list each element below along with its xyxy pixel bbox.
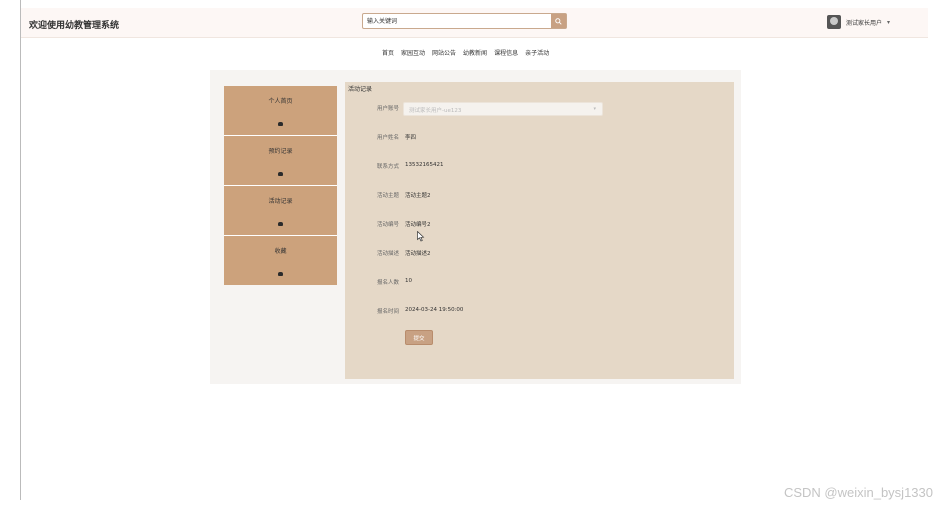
field-label: 用户姓名 xyxy=(376,135,399,141)
user-account-select[interactable]: 测试家长用户-ue123 ▾ xyxy=(403,102,603,116)
field-value: 活动编号2 xyxy=(405,222,431,228)
avatar xyxy=(827,15,841,29)
field-label: 联系方式 xyxy=(376,164,399,170)
sidebar-item-label: 收藏 xyxy=(274,248,287,255)
field-label: 活动描述 xyxy=(376,251,399,257)
watermark: CSDN @weixin_bysj1330 xyxy=(783,485,933,500)
search-icon xyxy=(555,17,562,25)
home-icon xyxy=(278,172,283,176)
sidebar-item-label: 活动记录 xyxy=(268,198,293,205)
nav-item-activities[interactable]: 亲子活动 xyxy=(525,48,549,57)
select-value: 测试家长用户-ue123 xyxy=(409,108,462,114)
left-divider xyxy=(20,0,21,500)
field-user-name: 用户姓名 李四 xyxy=(345,131,734,143)
field-value: 2024-03-24 19:50:00 xyxy=(405,307,464,313)
field-value: 活动主题2 xyxy=(405,193,431,199)
sidebar-item-profile[interactable]: 个人首页 xyxy=(224,86,337,136)
nav-item-home[interactable]: 首页 xyxy=(382,48,394,57)
home-icon xyxy=(278,122,283,126)
sidebar-item-label: 个人首页 xyxy=(268,98,293,105)
activity-record-form: 活动记录 用户账号 测试家长用户-ue123 ▾ 用户姓名 李四 联系方式 13… xyxy=(345,82,734,379)
search-box xyxy=(362,13,567,29)
field-label: 活动编号 xyxy=(376,222,399,228)
user-menu[interactable]: 测试家长用户 ▾ xyxy=(827,13,890,31)
field-value: 10 xyxy=(405,278,412,284)
field-registration-time: 报名时间 2024-03-24 19:50:00 xyxy=(345,305,734,317)
field-label: 活动主题 xyxy=(376,193,399,199)
sidebar: 个人首页 预约记录 活动记录 收藏 xyxy=(224,86,337,285)
sidebar-item-label: 预约记录 xyxy=(268,148,293,155)
nav-item-courses[interactable]: 课程信息 xyxy=(494,48,518,57)
nav-item-announcements[interactable]: 网站公告 xyxy=(432,48,456,57)
field-activity-description: 活动描述 活动描述2 xyxy=(345,247,734,259)
mouse-cursor-icon xyxy=(417,231,425,242)
top-header: 欢迎使用幼教管理系统 测试家长用户 ▾ xyxy=(21,8,928,38)
field-phone: 联系方式 13532165421 xyxy=(345,160,734,172)
field-activity-number: 活动编号 活动编号2 xyxy=(345,218,734,230)
field-label: 报名时间 xyxy=(376,309,399,315)
main-nav: 首页 家园互动 网站公告 幼教新闻 课程信息 亲子活动 xyxy=(382,48,549,57)
search-input[interactable] xyxy=(363,14,551,28)
field-value: 13532165421 xyxy=(405,162,444,168)
site-title: 欢迎使用幼教管理系统 xyxy=(29,21,120,31)
field-value: 活动描述2 xyxy=(405,251,431,257)
field-activity-topic: 活动主题 活动主题2 xyxy=(345,189,734,201)
submit-button[interactable]: 提交 xyxy=(405,330,433,345)
sidebar-item-favorites[interactable]: 收藏 xyxy=(224,236,337,286)
nav-item-news[interactable]: 幼教新闻 xyxy=(463,48,487,57)
chevron-down-icon: ▾ xyxy=(593,106,596,112)
field-value: 李四 xyxy=(405,135,417,141)
search-button[interactable] xyxy=(551,14,566,28)
chevron-down-icon: ▾ xyxy=(887,18,891,26)
field-registrant-count: 报名人数 10 xyxy=(345,276,734,288)
home-icon xyxy=(278,272,283,276)
nav-item-interaction[interactable]: 家园互动 xyxy=(401,48,425,57)
field-user-account: 用户账号 测试家长用户-ue123 ▾ xyxy=(345,102,734,116)
field-label: 用户账号 xyxy=(376,106,399,112)
sidebar-item-reservations[interactable]: 预约记录 xyxy=(224,136,337,186)
home-icon xyxy=(278,222,283,226)
form-title: 活动记录 xyxy=(348,86,373,93)
page: 欢迎使用幼教管理系统 测试家长用户 ▾ 首页 家园互动 网站公告 幼教新闻 课程… xyxy=(0,0,939,508)
user-name: 测试家长用户 xyxy=(846,19,883,27)
sidebar-item-activity-records[interactable]: 活动记录 xyxy=(224,186,337,236)
field-label: 报名人数 xyxy=(376,280,399,286)
